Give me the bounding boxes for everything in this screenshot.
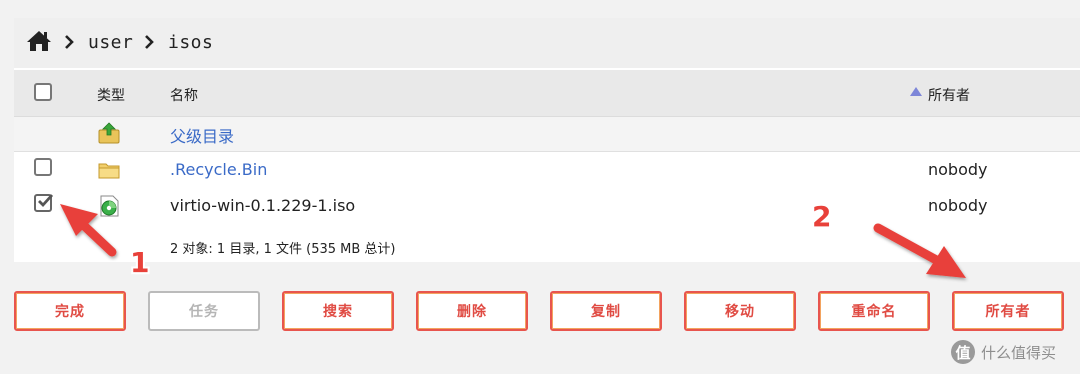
chevron-right-icon [145,35,154,49]
table-row[interactable]: .Recycle.Bin nobody [14,152,1080,188]
watermark-badge: 值 [951,340,975,364]
table-row[interactable]: virtio-win-0.1.229-1.iso nobody [14,188,1080,224]
rename-button[interactable]: 重命名 [818,291,930,331]
owner-cell: nobody [928,196,988,215]
row-checkbox-checked[interactable] [34,194,53,212]
parent-directory-link[interactable]: 父级目录 [170,123,234,147]
done-button[interactable]: 完成 [14,291,126,331]
annotation-number-1: 1 [130,246,150,279]
breadcrumb-item-user[interactable]: user [88,32,133,53]
breadcrumb-item-isos[interactable]: isos [168,32,213,53]
column-header-owner[interactable]: 所有者 [928,85,970,105]
sort-ascending-icon[interactable] [910,87,922,96]
table-header: 类型 名称 所有者 [14,70,1080,117]
home-icon[interactable] [26,29,52,53]
annotation-number-2: 2 [812,200,832,233]
column-header-name[interactable]: 名称 [170,85,198,105]
move-button[interactable]: 移动 [684,291,796,331]
row-checkbox[interactable] [34,158,52,176]
watermark: 值 什么值得买 [951,339,1056,365]
disc-file-icon [100,195,119,217]
selection-summary: 2 对象: 1 目录, 1 文件 (535 MB 总计) [170,242,396,257]
watermark-text: 什么值得买 [981,343,1057,362]
folder-up-icon [98,122,120,144]
select-all-checkbox[interactable] [34,83,52,101]
column-header-type[interactable]: 类型 [97,85,125,105]
owner-cell: nobody [928,160,988,179]
copy-button[interactable]: 复制 [550,291,662,331]
search-button[interactable]: 搜索 [282,291,394,331]
file-name-link[interactable]: .Recycle.Bin [170,160,267,179]
owner-button[interactable]: 所有者 [952,291,1064,331]
file-name[interactable]: virtio-win-0.1.229-1.iso [170,196,355,215]
tasks-button[interactable]: 任务 [148,291,260,331]
parent-directory-row[interactable]: 父级目录 [14,117,1080,152]
chevron-right-icon [65,35,74,49]
breadcrumb: user isos [14,18,1080,68]
delete-button[interactable]: 删除 [416,291,528,331]
folder-icon [98,163,120,179]
check-icon [38,194,53,208]
